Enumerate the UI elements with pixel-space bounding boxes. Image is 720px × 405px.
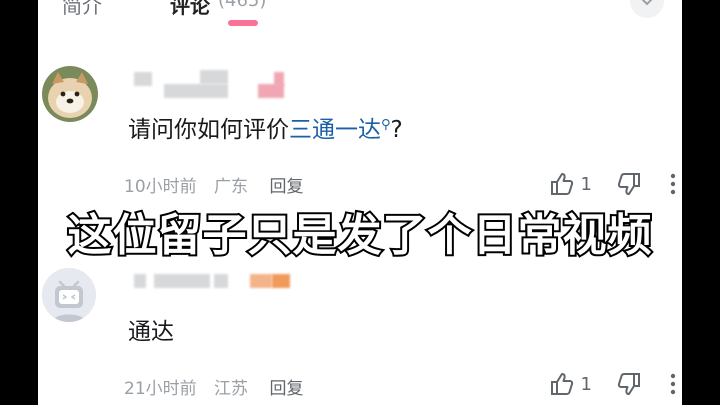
username-obscured	[134, 268, 294, 298]
more-options-icon[interactable]	[670, 173, 676, 195]
chevron-down-icon[interactable]	[630, 0, 664, 18]
hashtag-link[interactable]: 三通一达	[289, 117, 381, 143]
like-button[interactable]: 1	[549, 371, 616, 397]
comment-location: 广东	[214, 177, 249, 197]
dislike-button[interactable]	[616, 371, 642, 397]
thumbs-up-icon	[550, 173, 573, 195]
reply-button[interactable]: 回复	[269, 379, 303, 399]
dislike-button[interactable]	[616, 171, 642, 197]
comment-text: 通达	[128, 319, 174, 345]
thumbs-down-icon	[617, 173, 640, 195]
video-caption-overlay: 这位留子只是发了个日常视频	[0, 200, 720, 263]
avatar[interactable]	[42, 66, 98, 122]
more-options-icon[interactable]	[670, 373, 676, 395]
reply-button[interactable]: 回复	[269, 177, 303, 197]
search-icon: ⚲	[381, 117, 391, 133]
comments-count: (465)	[218, 0, 267, 11]
like-button[interactable]: 1	[549, 171, 616, 197]
comment-location: 江苏	[214, 379, 249, 399]
comment-meta: 21小时前 江苏 回复	[124, 374, 315, 399]
thumbs-up-icon	[550, 373, 573, 395]
comment-item: 请问你如何评价三通一达⚲? 10小时前 广东 回复 1	[38, 62, 682, 202]
comment-actions: 1	[549, 170, 676, 198]
avatar[interactable]	[42, 268, 96, 322]
tab-bar: 简介 评论 (465)	[38, 0, 682, 34]
comment-time: 10小时前	[124, 177, 197, 197]
comment-text-suffix: ?	[390, 117, 403, 143]
comment-meta: 10小时前 广东 回复	[124, 172, 315, 197]
comment-item: 通达 21小时前 江苏 回复 1	[38, 262, 682, 405]
tab-comments[interactable]: 评论	[170, 0, 210, 19]
comment-text-prefix: 请问你如何评价	[128, 117, 289, 143]
comment-text: 请问你如何评价三通一达⚲?	[128, 110, 403, 144]
comment-time: 21小时前	[124, 379, 197, 399]
thumbs-down-icon	[617, 373, 640, 395]
like-count: 1	[580, 173, 592, 195]
comment-actions: 1	[549, 370, 676, 398]
active-tab-indicator	[228, 20, 258, 26]
video-caption: 这位留子只是发了个日常视频	[66, 208, 654, 263]
username-obscured	[134, 68, 294, 98]
like-count: 1	[580, 373, 592, 395]
tab-intro[interactable]: 简介	[62, 0, 102, 19]
